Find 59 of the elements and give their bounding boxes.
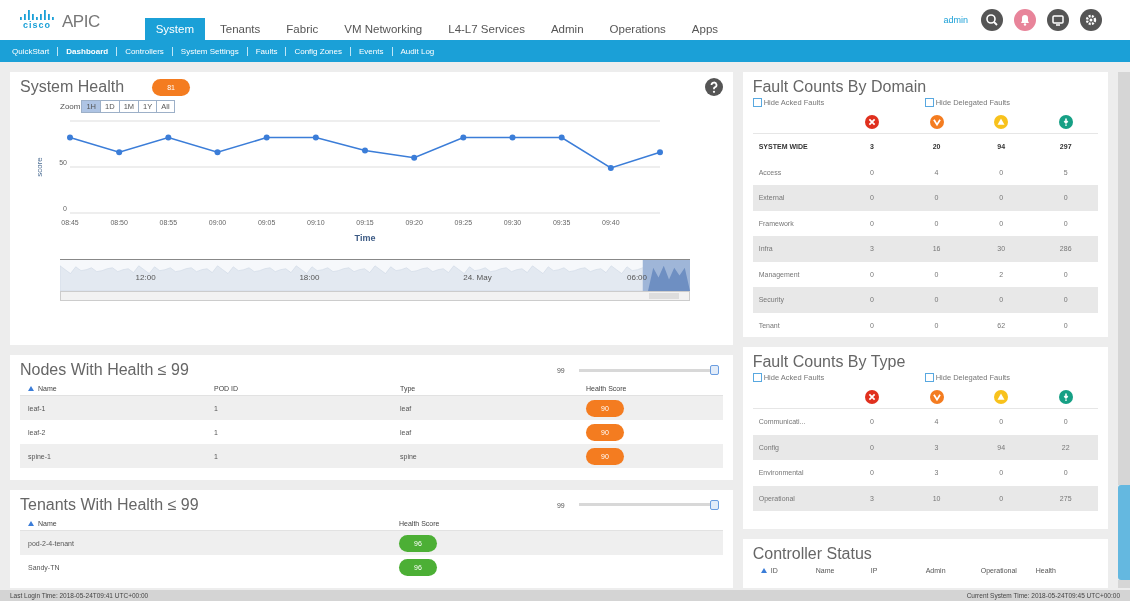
axis-title: score: [35, 157, 44, 177]
navigator-label: 18:00: [299, 273, 320, 282]
nav-tab[interactable]: Tenants: [209, 18, 272, 40]
logo-icon: [20, 10, 54, 20]
panel-title: Fault Counts By Domain: [752, 78, 928, 96]
monitor-icon[interactable]: [1047, 9, 1069, 31]
panel-title: Nodes With Health ≤ 99: [20, 361, 189, 379]
major-icon: [929, 390, 944, 404]
checkbox-box[interactable]: [752, 373, 762, 382]
slider-handle[interactable]: [709, 365, 719, 375]
navigator-label: 06:00: [627, 273, 648, 282]
point: [263, 134, 270, 141]
nav-tab[interactable]: Apps: [680, 18, 730, 40]
axis-title: Time: [354, 233, 376, 243]
info-icon: [1058, 115, 1073, 129]
nav-tab[interactable]: Admin: [539, 18, 595, 40]
sort-icon: [28, 521, 34, 526]
info-icon: [1058, 390, 1073, 404]
bell-icon[interactable]: [1014, 9, 1036, 31]
scrollbar[interactable]: [60, 291, 690, 301]
settings-icon[interactable]: [1080, 9, 1102, 31]
navigator-label: 12:00: [135, 273, 156, 282]
product-name: APIC: [62, 12, 100, 32]
scrollbar[interactable]: [1118, 72, 1130, 485]
nav-tab[interactable]: L4-L7 Services: [437, 18, 536, 40]
point: [509, 134, 516, 141]
major-icon: [929, 115, 944, 129]
point: [607, 164, 614, 171]
point: [312, 134, 319, 141]
point: [558, 134, 565, 141]
point: [116, 149, 123, 156]
point: [67, 134, 73, 141]
panel-title: System Health: [20, 78, 125, 96]
point: [214, 149, 221, 156]
critical-icon: [864, 115, 879, 129]
checkbox-box[interactable]: [924, 373, 934, 382]
nav-tab[interactable]: Operations: [598, 18, 677, 40]
critical-icon: [864, 390, 879, 404]
help-icon[interactable]: [704, 78, 723, 96]
sort-icon: [28, 386, 34, 391]
slider-handle[interactable]: [709, 500, 719, 510]
point: [411, 154, 418, 161]
sort-icon: [760, 568, 767, 573]
point: [657, 149, 663, 156]
point: [460, 134, 467, 141]
scrollbar[interactable]: [1118, 580, 1130, 588]
checkbox-box[interactable]: [924, 98, 934, 107]
nav-tab[interactable]: Fabric: [275, 18, 330, 40]
checkbox-box[interactable]: [752, 98, 762, 107]
point: [362, 147, 368, 154]
panel-title: Controller Status: [752, 545, 873, 563]
zoom-label: Zoom: [60, 102, 81, 111]
navigator-label: 24. May: [463, 273, 492, 282]
panel-title: Fault Counts By Type: [752, 353, 907, 371]
panel-title: Tenants With Health ≤ 99: [20, 496, 199, 514]
nav-tab[interactable]: VM Networking: [333, 18, 434, 40]
point: [165, 134, 172, 141]
logo: cisco: [23, 20, 51, 30]
search-icon[interactable]: [981, 9, 1003, 31]
